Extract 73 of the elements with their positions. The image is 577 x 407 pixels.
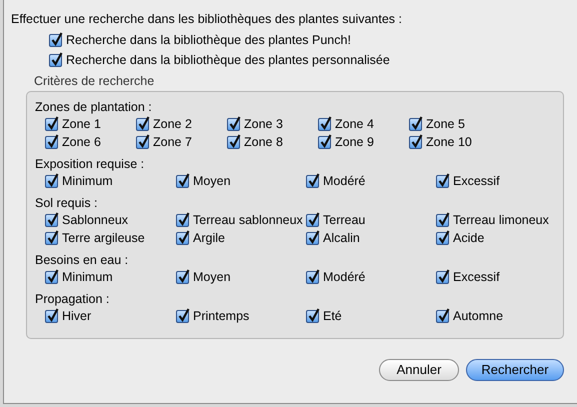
checkbox-label[interactable]: Moyen [193, 268, 231, 286]
section-label: Exposition requise : [35, 156, 146, 172]
checkbox-label[interactable]: Sablonneux [62, 210, 128, 230]
checkbox[interactable] [306, 174, 319, 188]
checkbox-label[interactable]: Terreau limoneux [453, 210, 549, 230]
checkbox[interactable] [436, 232, 449, 244]
checkbox[interactable] [436, 174, 449, 188]
checkbox[interactable] [306, 214, 319, 226]
checkbox[interactable] [45, 118, 58, 130]
checkbox[interactable] [306, 232, 319, 244]
checkbox[interactable] [176, 174, 189, 188]
search-button[interactable]: Rechercher [466, 359, 564, 381]
checkbox-label[interactable]: Zone 8 [244, 132, 283, 152]
checkbox[interactable] [436, 214, 449, 226]
checkbox-label[interactable]: Argile [193, 228, 225, 248]
checkbox-label[interactable]: Modéré [323, 268, 366, 286]
checkbox-label[interactable]: Zone 2 [153, 114, 192, 134]
checkbox[interactable] [136, 136, 149, 148]
checkbox[interactable] [318, 118, 331, 130]
section-label: Besoins en eau : [35, 252, 130, 268]
checkbox[interactable] [176, 232, 189, 244]
checkbox-label[interactable]: Eté [323, 306, 342, 326]
checkbox[interactable] [136, 118, 149, 130]
checkbox[interactable] [176, 214, 189, 226]
checkbox[interactable] [45, 136, 58, 148]
checkbox-label[interactable]: Acide [453, 228, 484, 248]
checkbox-label[interactable]: Excessif [453, 172, 500, 190]
checkbox-label[interactable]: Zone 7 [153, 132, 192, 152]
checkbox[interactable] [176, 310, 189, 322]
checkbox-label[interactable]: Moyen [193, 172, 231, 190]
checkbox[interactable] [409, 118, 422, 130]
checkbox-label[interactable]: Excessif [453, 268, 500, 286]
checkbox[interactable] [45, 174, 58, 188]
checkbox-label[interactable]: Zone 10 [426, 132, 472, 152]
checkbox[interactable] [45, 270, 58, 284]
group-title: Critères de recherche [34, 73, 156, 89]
checkbox-label[interactable]: Terreau sablonneux [193, 210, 303, 230]
checkbox[interactable] [306, 270, 319, 284]
checkbox[interactable] [409, 136, 422, 148]
section-label: Zones de plantation : [35, 99, 153, 115]
checkbox[interactable] [436, 310, 449, 322]
checkbox[interactable] [49, 34, 62, 46]
checkbox-label[interactable]: Automne [453, 306, 504, 326]
checkbox[interactable] [176, 270, 189, 284]
checkbox-label[interactable]: Terreau [323, 210, 366, 230]
checkbox-label[interactable]: Alcalin [323, 228, 360, 248]
checkbox[interactable] [45, 310, 58, 322]
checkbox[interactable] [436, 270, 449, 284]
checkbox-label[interactable]: Zone 9 [335, 132, 374, 152]
intro-text: Effectuer une recherche dans les bibliothèques des plantes suivantes : [11, 11, 403, 28]
checkbox[interactable] [49, 54, 62, 66]
checkbox[interactable] [306, 310, 319, 322]
checkbox[interactable] [45, 232, 58, 244]
checkbox-label[interactable]: Hiver [62, 306, 92, 326]
checkbox-label[interactable]: Minimum [62, 268, 113, 286]
checkbox[interactable] [45, 214, 58, 226]
checkbox[interactable] [227, 136, 240, 148]
checkbox-label[interactable]: Zone 4 [335, 114, 374, 134]
checkbox-label[interactable]: Modéré [323, 172, 366, 190]
section-label: Sol requis : [35, 195, 99, 211]
checkbox-label[interactable]: Printemps [193, 306, 250, 326]
checkbox[interactable] [318, 136, 331, 148]
checkbox-label[interactable]: Terre argileuse [62, 228, 145, 248]
checkbox[interactable] [227, 118, 240, 130]
section-label: Propagation : [35, 291, 110, 307]
checkbox-label[interactable]: Zone 3 [244, 114, 283, 134]
checkbox-label[interactable]: Minimum [62, 172, 113, 190]
checkbox-label[interactable]: Zone 5 [426, 114, 465, 134]
cancel-button[interactable]: Annuler [379, 359, 459, 381]
checkbox-label[interactable]: Zone 1 [62, 114, 101, 134]
checkbox-label[interactable]: Recherche dans la bibliothèque des plantes Punch! [66, 30, 351, 50]
checkbox-label[interactable]: Zone 6 [62, 132, 101, 152]
checkbox-label[interactable]: Recherche dans la bibliothèque des plantes personnalisée [66, 50, 390, 70]
